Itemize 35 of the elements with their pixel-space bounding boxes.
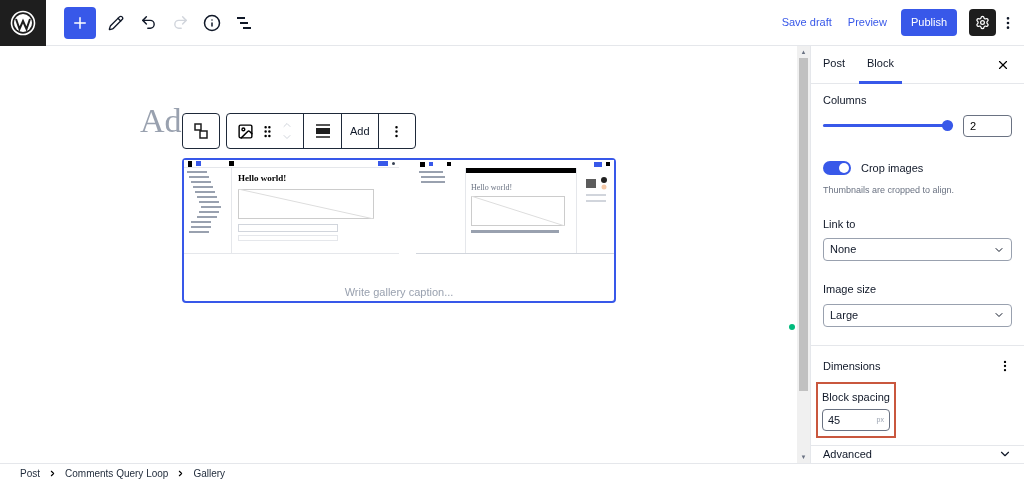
- settings-button[interactable]: [969, 9, 996, 36]
- breadcrumb-link[interactable]: Post: [20, 465, 40, 481]
- chevron-right-icon: [48, 468, 57, 478]
- slider[interactable]: [823, 120, 953, 131]
- select-field[interactable]: Large: [823, 303, 1012, 327]
- field-label: Link to: [823, 216, 857, 232]
- breadcrumb-link[interactable]: Comments Query Loop: [65, 465, 169, 481]
- panel-title: Dimensions: [823, 358, 881, 374]
- align-icon: [314, 124, 331, 138]
- sidebar-tab[interactable]: Block: [859, 45, 902, 84]
- help-text: Thumbnails are cropped to align.: [823, 184, 956, 197]
- toggle-switch[interactable]: [823, 160, 851, 175]
- field-label: Block spacing: [822, 390, 890, 404]
- columns-input[interactable]: 2: [963, 114, 1012, 137]
- sidebar-tab[interactable]: Post: [815, 45, 853, 84]
- publish-button[interactable]: Publish: [900, 9, 957, 36]
- settings-icon: [975, 15, 990, 30]
- select-field[interactable]: None: [823, 238, 1012, 261]
- slider-thumb[interactable]: [942, 120, 953, 131]
- mini-heading: Hello world!: [238, 174, 288, 183]
- post-title: Ad: [140, 104, 182, 138]
- add-block-button[interactable]: [64, 6, 96, 39]
- breadcrumb-link[interactable]: Gallery: [193, 465, 226, 481]
- field-label: Columns: [823, 93, 868, 108]
- add-button[interactable]: Add: [342, 114, 379, 148]
- block-transform-button[interactable]: [182, 113, 220, 149]
- toggle-label: Crop images: [861, 160, 924, 176]
- transform-icon: [194, 123, 208, 139]
- typography-preview-icon: [583, 176, 608, 190]
- wordpress-logo[interactable]: [0, 0, 46, 46]
- preview-button[interactable]: Preview: [841, 14, 893, 31]
- field-label: Image size: [823, 282, 878, 297]
- mini-heading: Hello world!: [471, 184, 514, 192]
- save-draft-button[interactable]: Save draft: [775, 14, 838, 31]
- gallery-icon[interactable]: [237, 122, 254, 140]
